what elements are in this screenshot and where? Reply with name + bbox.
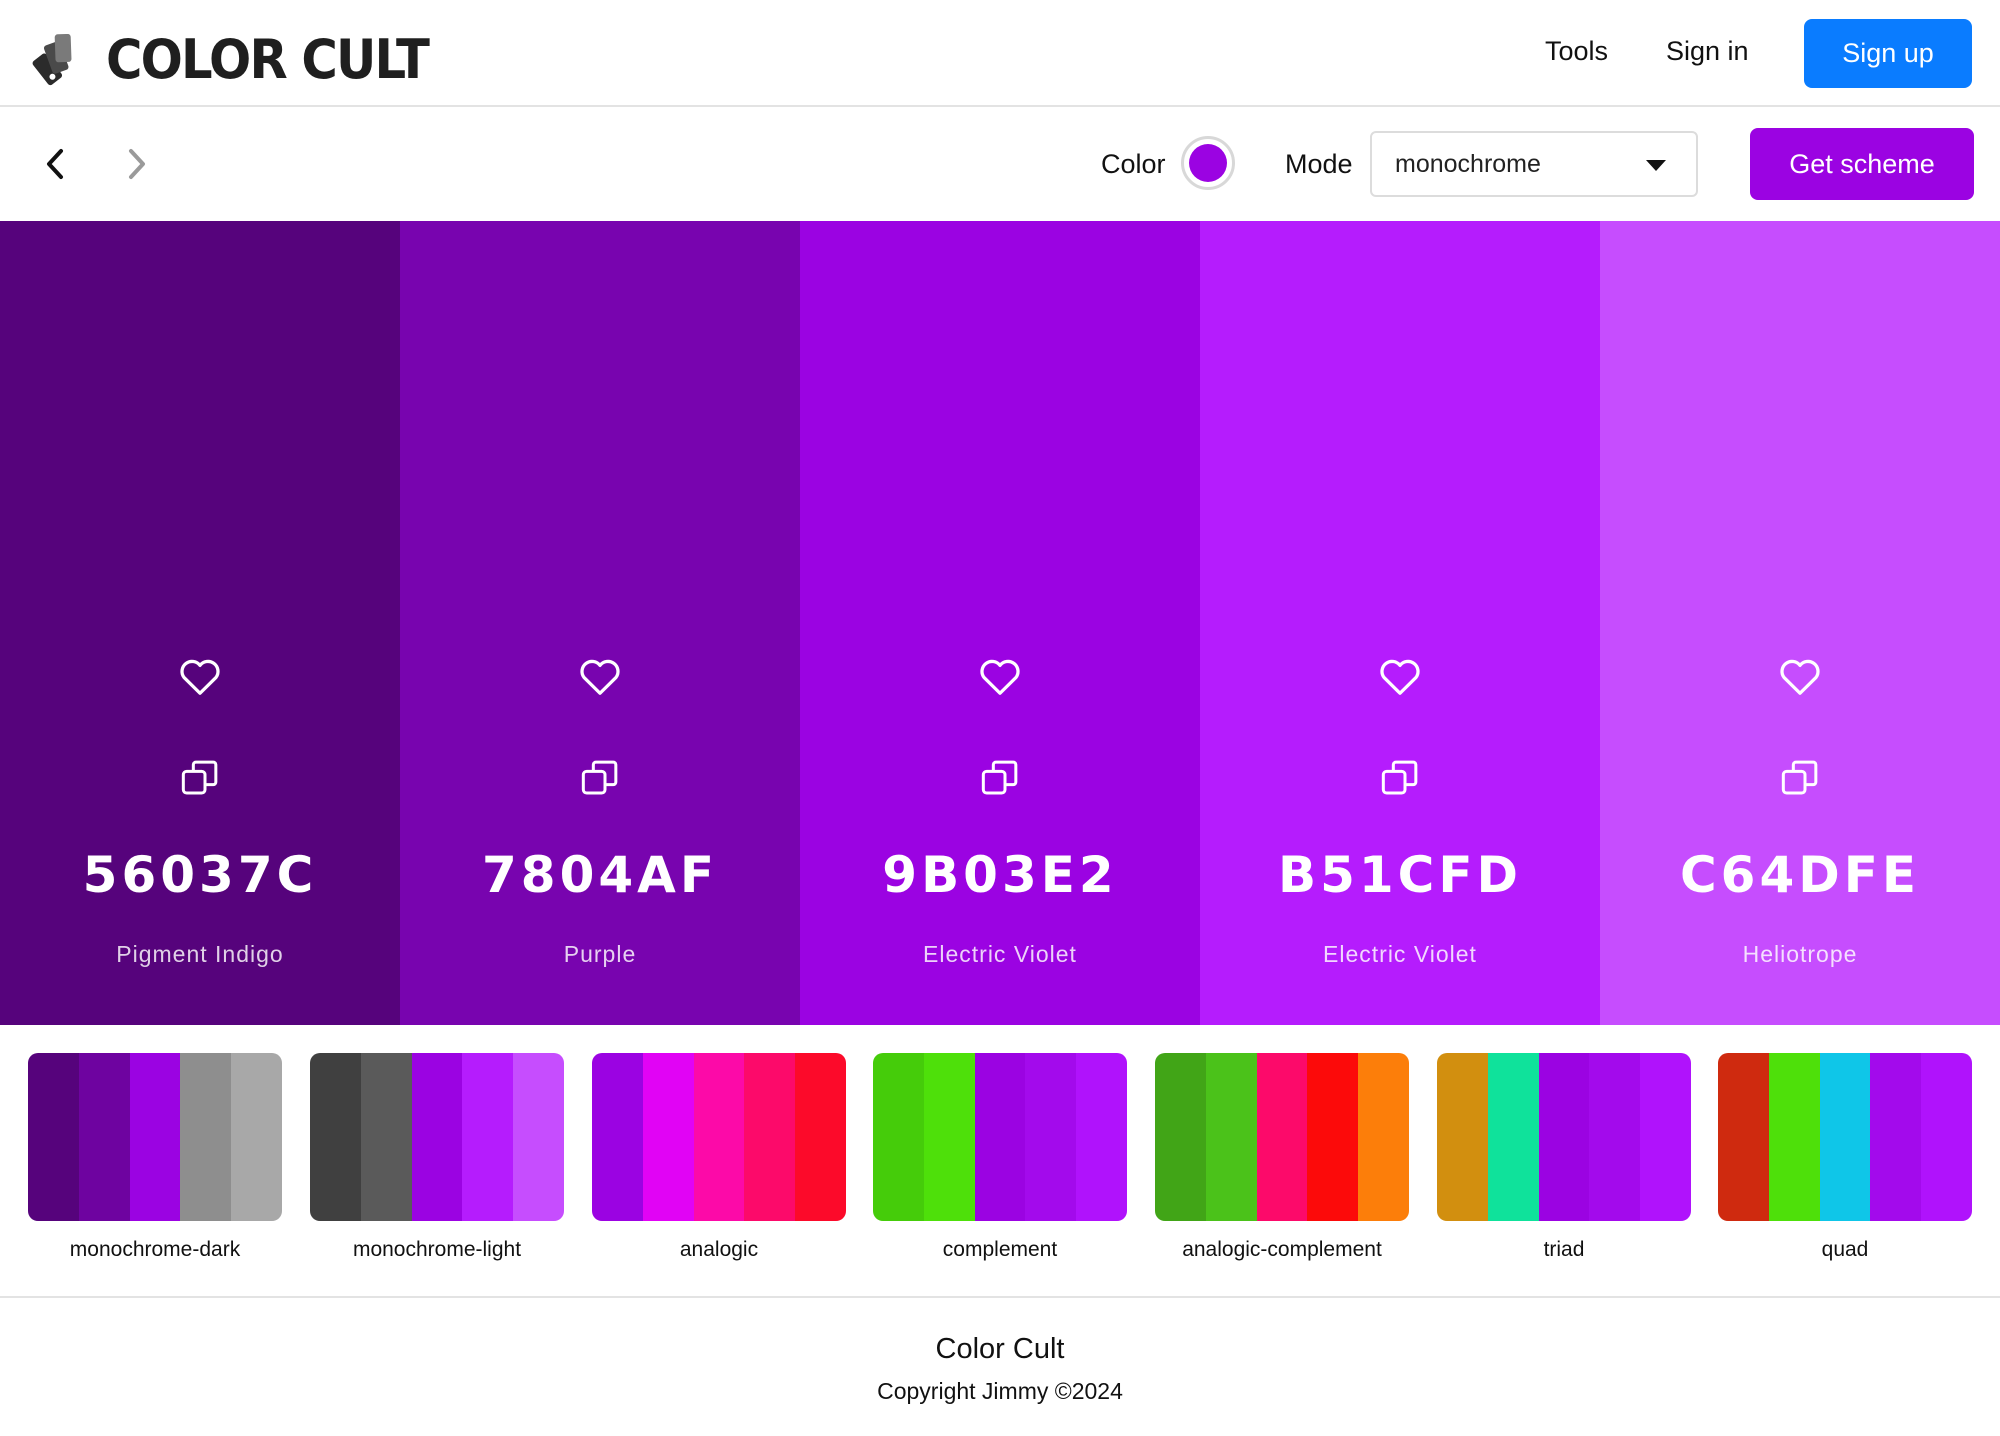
history-forward-button[interactable] — [112, 139, 162, 189]
signup-button[interactable]: Sign up — [1804, 19, 1972, 88]
scheme-color-column[interactable]: 9B03E2 Electric Violet — [800, 221, 1200, 1025]
heart-icon[interactable] — [178, 656, 222, 696]
mode-preview-triad[interactable]: triad — [1437, 1053, 1691, 1262]
mode-preview-quad[interactable]: quad — [1718, 1053, 1972, 1262]
brand-name: COLOR CULT — [106, 28, 430, 91]
chevron-left-icon — [47, 149, 63, 179]
color-picker-value — [1189, 144, 1227, 182]
heart-icon[interactable] — [578, 656, 622, 696]
mode-preview-label: quad — [1821, 1238, 1869, 1261]
mode-preview-strip — [873, 1053, 1127, 1221]
heart-icon[interactable] — [978, 656, 1022, 696]
mode-preview-strip — [28, 1053, 282, 1221]
color-name: Heliotrope — [1742, 941, 1858, 967]
mode-preview-monochrome-light[interactable]: monochrome-light — [310, 1053, 564, 1262]
chevron-right-icon — [129, 149, 145, 179]
history-back-button[interactable] — [30, 139, 80, 189]
color-hex-value[interactable]: 56037C — [0, 846, 400, 904]
brand-logo[interactable]: COLOR CULT — [28, 28, 456, 91]
mode-previews: monochrome-dark monochrome-light analogi… — [0, 1025, 2000, 1295]
mode-preview-strip — [1155, 1053, 1409, 1221]
mode-preview-label: monochrome-light — [352, 1238, 522, 1261]
mode-select[interactable]: monochrome — [1370, 131, 1698, 197]
mode-preview-label: monochrome-dark — [69, 1238, 241, 1261]
mode-preview-label: complement — [942, 1238, 1058, 1261]
color-scheme: 56037C Pigment Indigo 7804AF Purple 9B03… — [0, 221, 2000, 1025]
copy-icon[interactable] — [180, 758, 220, 798]
scheme-toolbar: Color Mode monochrome Get scheme — [0, 109, 2000, 221]
color-name: Pigment Indigo — [116, 941, 284, 967]
swatch-logo-icon — [32, 33, 72, 85]
mode-preview-complement[interactable]: complement — [873, 1053, 1127, 1262]
color-name: Purple — [563, 941, 637, 967]
caret-down-icon — [1646, 160, 1666, 171]
copy-icon[interactable] — [1780, 758, 1820, 798]
scheme-color-column[interactable]: 7804AF Purple — [400, 221, 800, 1025]
copy-icon[interactable] — [580, 758, 620, 798]
copy-icon[interactable] — [1380, 758, 1420, 798]
mode-preview-monochrome-dark[interactable]: monochrome-dark — [28, 1053, 282, 1262]
scheme-color-column[interactable]: C64DFE Heliotrope — [1600, 221, 2000, 1025]
nav-signin-link[interactable]: Sign in — [1666, 36, 1749, 67]
mode-preview-label: analogic — [679, 1238, 759, 1261]
mode-preview-analogic[interactable]: analogic — [592, 1053, 846, 1262]
mode-label: Mode — [1285, 149, 1353, 179]
mode-preview-label: analogic-complement — [1182, 1238, 1382, 1261]
color-name: Electric Violet — [923, 941, 1077, 967]
mode-preview-strip — [1437, 1053, 1691, 1221]
site-header: COLOR CULT Tools Sign in Sign up — [0, 0, 2000, 107]
footer-copyright: Copyright Jimmy ©2024 — [877, 1378, 1123, 1404]
scheme-color-column[interactable]: 56037C Pigment Indigo — [0, 221, 400, 1025]
mode-select-value: monochrome — [1395, 149, 1541, 178]
get-scheme-button[interactable]: Get scheme — [1750, 128, 1974, 200]
color-hex-value[interactable]: 9B03E2 — [800, 846, 1200, 904]
footer-title: Color Cult — [935, 1333, 1065, 1365]
color-hex-value[interactable]: 7804AF — [400, 846, 800, 904]
color-hex-value[interactable]: C64DFE — [1600, 846, 2000, 904]
color-hex-value[interactable]: B51CFD — [1200, 846, 1600, 904]
heart-icon[interactable] — [1378, 656, 1422, 696]
mode-preview-strip — [1718, 1053, 1972, 1221]
nav-tools-link[interactable]: Tools — [1545, 36, 1608, 67]
mode-preview-label: triad — [1543, 1238, 1585, 1261]
color-picker[interactable] — [1181, 136, 1235, 190]
site-footer: Color Cult Copyright Jimmy ©2024 — [0, 1296, 2000, 1436]
mode-preview-strip — [592, 1053, 846, 1221]
color-label: Color — [1101, 149, 1166, 179]
mode-preview-analogic-complement[interactable]: analogic-complement — [1155, 1053, 1409, 1262]
copy-icon[interactable] — [980, 758, 1020, 798]
scheme-color-column[interactable]: B51CFD Electric Violet — [1200, 221, 1600, 1025]
color-name: Electric Violet — [1323, 941, 1477, 967]
heart-icon[interactable] — [1778, 656, 1822, 696]
mode-preview-strip — [310, 1053, 564, 1221]
